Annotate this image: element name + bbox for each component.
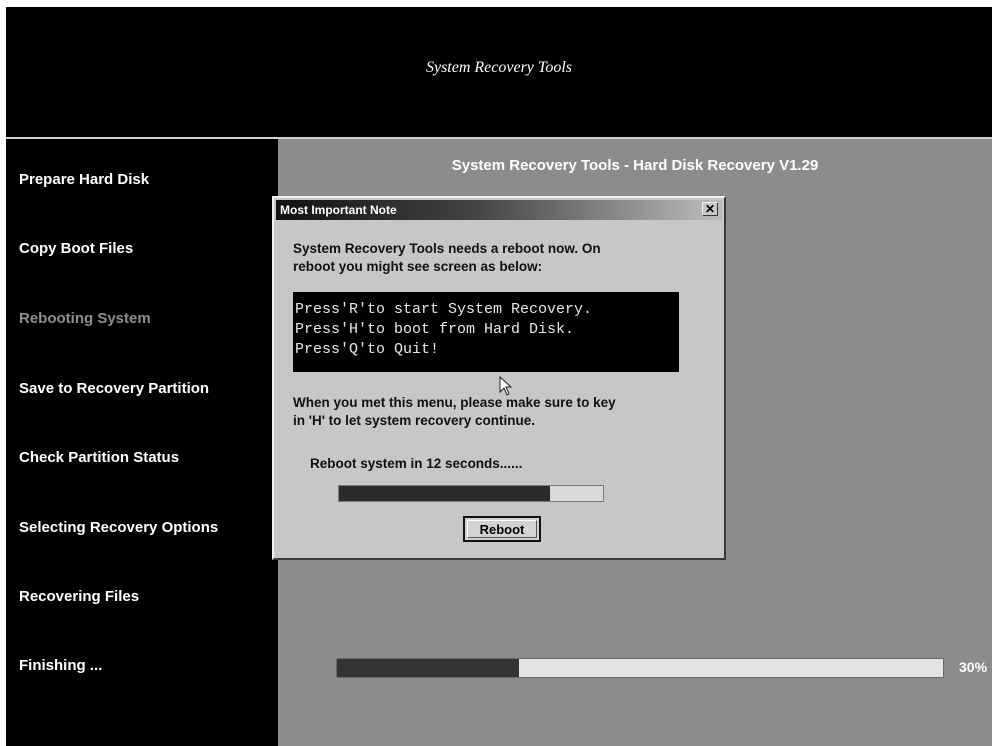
reboot-countdown: Reboot system in 12 seconds...... bbox=[310, 456, 523, 471]
close-button[interactable]: ✕ bbox=[702, 202, 718, 216]
overall-progress-bar bbox=[336, 658, 944, 678]
dialog-message-line-1: System Recovery Tools needs a reboot now… bbox=[293, 241, 601, 256]
dialog-titlebar[interactable]: Most Important Note ✕ bbox=[276, 200, 722, 220]
console-line: Press'Q'to Quit! bbox=[295, 341, 440, 358]
overall-progress-percent: 30% bbox=[959, 659, 988, 675]
steps-sidebar: Prepare Hard Disk Copy Boot Files Reboot… bbox=[6, 139, 278, 746]
main-title: System Recovery Tools - Hard Disk Recove… bbox=[451, 157, 819, 174]
step-check-partition-status: Check Partition Status bbox=[19, 449, 180, 466]
important-note-dialog: Most Important Note ✕ System Recovery To… bbox=[272, 196, 726, 560]
mouse-pointer-icon bbox=[499, 376, 513, 396]
step-selecting-recovery-options: Selecting Recovery Options bbox=[19, 519, 219, 536]
step-finishing: Finishing ... bbox=[19, 657, 103, 674]
dialog-message-line-2: reboot you might see screen as below: bbox=[293, 259, 543, 274]
step-recovering-files: Recovering Files bbox=[19, 588, 140, 605]
header-banner: System Recovery Tools bbox=[6, 7, 992, 139]
dialog-title: Most Important Note bbox=[280, 203, 397, 217]
reboot-button[interactable]: Reboot bbox=[463, 516, 541, 542]
countdown-progress-bar bbox=[338, 485, 604, 502]
step-rebooting-system: Rebooting System bbox=[19, 310, 151, 327]
step-save-to-recovery-partition: Save to Recovery Partition bbox=[19, 380, 210, 397]
boot-menu-preview: Press'R'to start System Recovery. Press'… bbox=[293, 292, 679, 372]
dialog-instruction-line-1: When you met this menu, please make sure… bbox=[293, 395, 616, 410]
close-icon: ✕ bbox=[704, 202, 716, 216]
step-copy-boot-files: Copy Boot Files bbox=[19, 240, 134, 257]
console-line: Press'H'to boot from Hard Disk. bbox=[295, 321, 575, 338]
countdown-progress-fill bbox=[339, 486, 551, 501]
banner-title: System Recovery Tools bbox=[425, 59, 573, 76]
step-prepare-hard-disk: Prepare Hard Disk bbox=[19, 171, 150, 188]
dialog-instruction-line-2: in 'H' to let system recovery continue. bbox=[293, 413, 535, 428]
overall-progress-fill bbox=[337, 659, 519, 677]
console-line: Press'R'to start System Recovery. bbox=[295, 301, 593, 318]
